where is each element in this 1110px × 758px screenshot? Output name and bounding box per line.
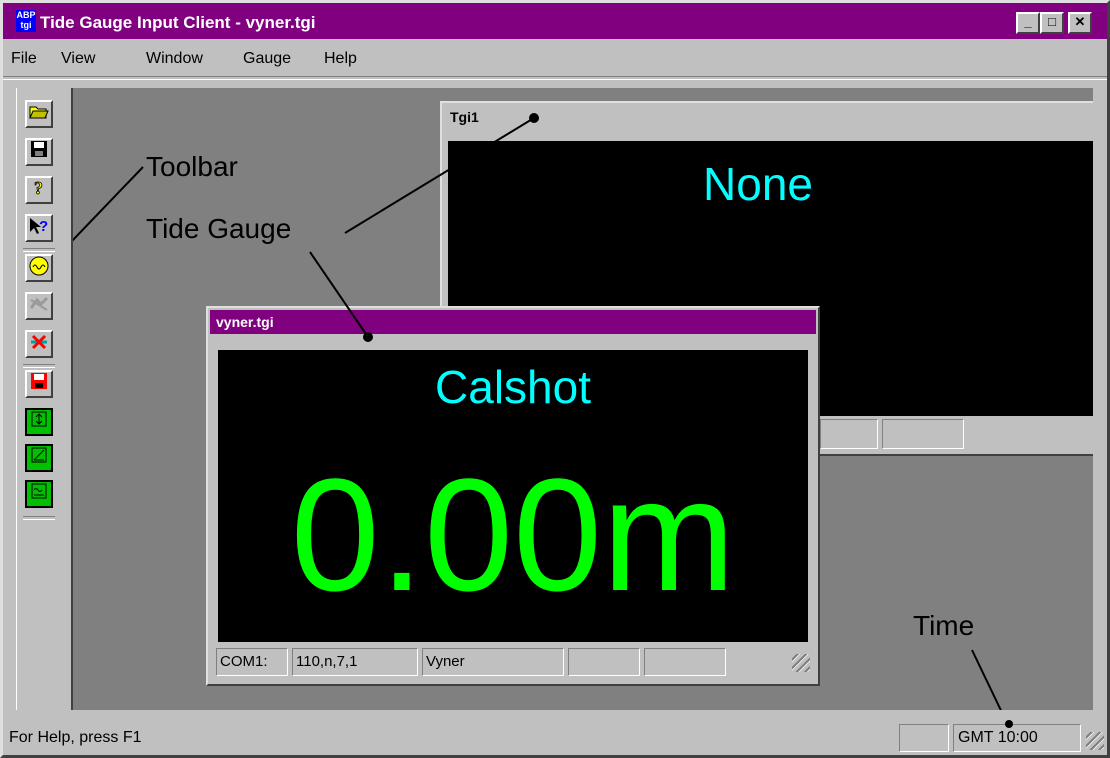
menu-view[interactable]: View xyxy=(61,50,95,68)
gauge-disabled-icon[interactable] xyxy=(25,292,53,320)
view-graph-icon[interactable] xyxy=(25,444,53,472)
view-level-icon[interactable] xyxy=(25,408,53,436)
toolbar-separator xyxy=(23,364,55,368)
status-time: GMT 10:00 xyxy=(953,724,1081,752)
menu-bar: File View Window Gauge Help xyxy=(3,42,1107,74)
about-icon[interactable]: ? xyxy=(25,176,53,204)
window-title: Tide Gauge Input Client - vyner.tgi xyxy=(40,13,316,32)
status-bar: For Help, press F1 GMT 10:00 xyxy=(3,720,1107,755)
app-icon[interactable]: ABP tgi xyxy=(16,10,36,32)
open-icon[interactable] xyxy=(25,100,53,128)
svg-text:?: ? xyxy=(39,218,48,235)
disconnect-icon[interactable] xyxy=(25,330,53,358)
minimize-button[interactable]: _ xyxy=(1016,12,1040,34)
toolbar-separator xyxy=(23,516,55,520)
gauge-connect-icon[interactable] xyxy=(25,254,53,282)
toolbar-separator xyxy=(23,248,55,252)
title-bar[interactable]: ABP tgi Tide Gauge Input Client - vyner.… xyxy=(3,3,1107,39)
vyner-pointer-dot xyxy=(363,332,373,342)
maximize-button[interactable]: □ xyxy=(1040,12,1064,34)
time-pointer-dot xyxy=(1005,720,1013,728)
close-button[interactable]: ✕ xyxy=(1068,12,1092,34)
save-icon[interactable] xyxy=(25,138,53,166)
status-indicator xyxy=(899,724,949,752)
status-help-text: For Help, press F1 xyxy=(9,729,142,746)
view-wave-icon[interactable] xyxy=(25,480,53,508)
context-help-icon[interactable]: ? xyxy=(25,214,53,242)
svg-text:?: ? xyxy=(34,178,43,198)
annotation-lines xyxy=(73,113,1002,710)
tgi1-pointer-dot xyxy=(529,113,539,123)
menu-divider xyxy=(3,76,1107,80)
record-save-icon[interactable] xyxy=(25,370,53,398)
menu-window[interactable]: Window xyxy=(146,50,203,68)
mdi-client-area: Tgi1 None vyner.tgi Calshot 0.00m COM1: … xyxy=(73,88,1093,710)
resize-grip-icon[interactable] xyxy=(1086,732,1104,750)
toolbar: ? ? xyxy=(16,88,73,710)
menu-file[interactable]: File xyxy=(11,50,37,68)
menu-help[interactable]: Help xyxy=(324,50,357,68)
menu-gauge[interactable]: Gauge xyxy=(243,50,291,68)
